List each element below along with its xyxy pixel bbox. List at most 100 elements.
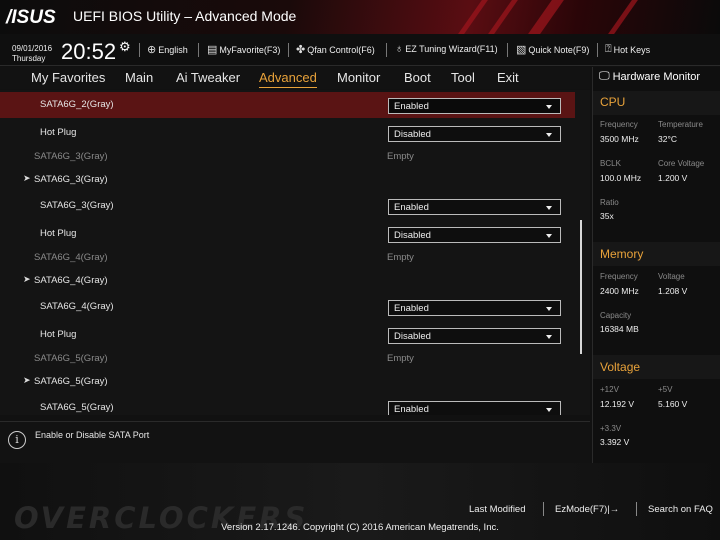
search-faq-button[interactable]: Search on FAQ — [648, 504, 713, 515]
port-status-value: Empty — [387, 252, 414, 263]
clock: 20:52 — [61, 39, 117, 64]
toolbar-divider — [597, 43, 598, 57]
last-modified-button[interactable]: Last Modified — [469, 504, 526, 515]
setting-dropdown[interactable]: Enabled — [388, 401, 561, 415]
scrollbar-thumb[interactable] — [580, 220, 582, 354]
question-icon: ⍰ — [605, 43, 612, 55]
tab-advanced[interactable]: Advanced — [259, 70, 317, 88]
setting-dropdown[interactable]: Enabled — [388, 98, 561, 114]
caret-down-icon — [546, 307, 552, 311]
toolbar-divider — [139, 43, 140, 57]
hot-keys-label: Hot Keys — [613, 44, 651, 55]
fan-icon: ✤ — [296, 44, 306, 56]
title-bar-stripe — [488, 0, 518, 34]
tab-exit[interactable]: Exit — [497, 70, 519, 85]
v33-label: +3.3V — [600, 424, 622, 433]
bclk-value: 100.0 MHz — [600, 173, 642, 183]
port-label: SATA6G_5(Gray) — [34, 353, 108, 364]
qfan-control-label: Qfan Control(F6) — [307, 44, 375, 55]
core-voltage-label: Core Voltage — [658, 159, 705, 168]
dropdown-value: Enabled — [394, 101, 429, 112]
date-text: 09/01/2016 — [12, 44, 53, 53]
caret-down-icon — [546, 206, 552, 210]
hardware-monitor-panel: 🖵 Hardware Monitor CPU Frequency Tempera… — [592, 67, 720, 463]
submenu-row[interactable]: ➤ SATA6G_5(Gray) — [0, 369, 575, 395]
cpu-frequency-label: Frequency — [600, 120, 638, 129]
v12-label: +12V — [600, 385, 619, 394]
setting-row[interactable]: SATA6G_4(Gray) Enabled — [0, 294, 575, 320]
toolbar-divider — [288, 43, 289, 57]
tab-my-favorites[interactable]: My Favorites — [31, 70, 105, 85]
footer-divider — [636, 502, 637, 516]
monitor-icon: 🖵 — [599, 70, 610, 82]
tab-monitor[interactable]: Monitor — [337, 70, 380, 85]
language-button[interactable]: ⊕ English — [147, 43, 188, 56]
setting-label: Hot Plug — [40, 127, 77, 138]
bulb-icon: ♁ — [395, 43, 404, 55]
myfavorite-label: MyFavorite(F3) — [219, 44, 281, 55]
setting-dropdown[interactable]: Enabled — [388, 199, 561, 215]
submenu-arrow-icon: ➤ — [23, 173, 31, 183]
capacity-label: Capacity — [600, 311, 632, 320]
memory-frequency-value: 2400 MHz — [600, 286, 639, 296]
bclk-label: BCLK — [600, 159, 621, 168]
setting-label: SATA6G_4(Gray) — [40, 301, 114, 312]
footer: OVERCLOCKERS Last Modified EzMode(F7)|→ … — [0, 463, 720, 540]
voltage-heading: Voltage — [600, 360, 641, 374]
setting-dropdown[interactable]: Enabled — [388, 300, 561, 316]
setting-row[interactable]: SATA6G_5(Gray) Enabled — [0, 395, 575, 415]
title-bar-stripe — [458, 0, 488, 34]
day-text: Thursday — [12, 54, 46, 63]
port-status-value: Empty — [387, 151, 414, 162]
setting-row[interactable]: Hot Plug Disabled — [0, 221, 575, 247]
help-panel: i Enable or Disable SATA Port — [0, 421, 590, 463]
help-text: Enable or Disable SATA Port — [35, 430, 150, 440]
main-menu: My Favorites Main Ai Tweaker Advanced Mo… — [0, 67, 590, 89]
toolbar-divider — [198, 43, 199, 57]
gear-icon[interactable]: ⚙ — [119, 39, 131, 55]
ez-tuning-wizard-button[interactable]: ♁ EZ Tuning Wizard(F11) — [395, 43, 498, 55]
date-display: 09/01/2016 Thursday — [12, 44, 52, 64]
tab-tool[interactable]: Tool — [451, 70, 475, 85]
cpu-frequency-value: 3500 MHz — [600, 134, 639, 144]
hardware-monitor-title: 🖵 Hardware Monitor — [599, 70, 700, 83]
capacity-value: 16384 MB — [600, 324, 639, 334]
setting-row[interactable]: Hot Plug Disabled — [0, 322, 575, 348]
hot-keys-button[interactable]: ⍰ Hot Keys — [605, 43, 650, 56]
memory-frequency-label: Frequency — [600, 272, 638, 281]
ezmode-button[interactable]: EzMode(F7)|→ — [555, 504, 619, 515]
submenu-arrow-icon: ➤ — [23, 375, 31, 385]
cpu-temperature-label: Temperature — [658, 120, 703, 129]
caret-down-icon — [546, 335, 552, 339]
setting-dropdown[interactable]: Disabled — [388, 328, 561, 344]
setting-row[interactable]: Hot Plug Disabled — [0, 120, 575, 146]
submenu-row[interactable]: ➤ SATA6G_4(Gray) — [0, 268, 575, 294]
dropdown-value: Enabled — [394, 404, 429, 415]
caret-down-icon — [546, 133, 552, 137]
quick-note-label: Quick Note(F9) — [528, 44, 590, 55]
tab-ai-tweaker[interactable]: Ai Tweaker — [176, 70, 240, 85]
qfan-control-button[interactable]: ✤ Qfan Control(F6) — [296, 43, 375, 56]
submenu-row[interactable]: ➤ SATA6G_3(Gray) — [0, 167, 575, 193]
setting-row[interactable]: SATA6G_3(Gray) Enabled — [0, 193, 575, 219]
toolbar-divider — [507, 43, 508, 57]
dropdown-value: Enabled — [394, 303, 429, 314]
title-bar: /ISUS UEFI BIOS Utility – Advanced Mode — [0, 0, 720, 34]
tab-boot[interactable]: Boot — [404, 70, 431, 85]
core-voltage-value: 1.200 V — [658, 173, 688, 183]
title-bar-stripe — [608, 0, 638, 34]
setting-dropdown[interactable]: Disabled — [388, 126, 561, 142]
language-label: English — [158, 44, 188, 55]
app-title: UEFI BIOS Utility – Advanced Mode — [73, 8, 297, 24]
setting-row-selected[interactable]: SATA6G_2(Gray) Enabled — [0, 92, 575, 118]
submenu-label: SATA6G_3(Gray) — [34, 174, 108, 185]
myfavorite-button[interactable]: ▤ MyFavorite(F3) — [207, 43, 280, 56]
v5-label: +5V — [658, 385, 673, 394]
setting-label: SATA6G_5(Gray) — [40, 402, 114, 413]
asus-logo: /ISUS — [6, 7, 56, 28]
tab-main[interactable]: Main — [125, 70, 153, 85]
ratio-value: 35x — [600, 211, 614, 221]
info-icon: i — [8, 431, 26, 449]
setting-dropdown[interactable]: Disabled — [388, 227, 561, 243]
quick-note-button[interactable]: ▧ Quick Note(F9) — [516, 43, 589, 56]
